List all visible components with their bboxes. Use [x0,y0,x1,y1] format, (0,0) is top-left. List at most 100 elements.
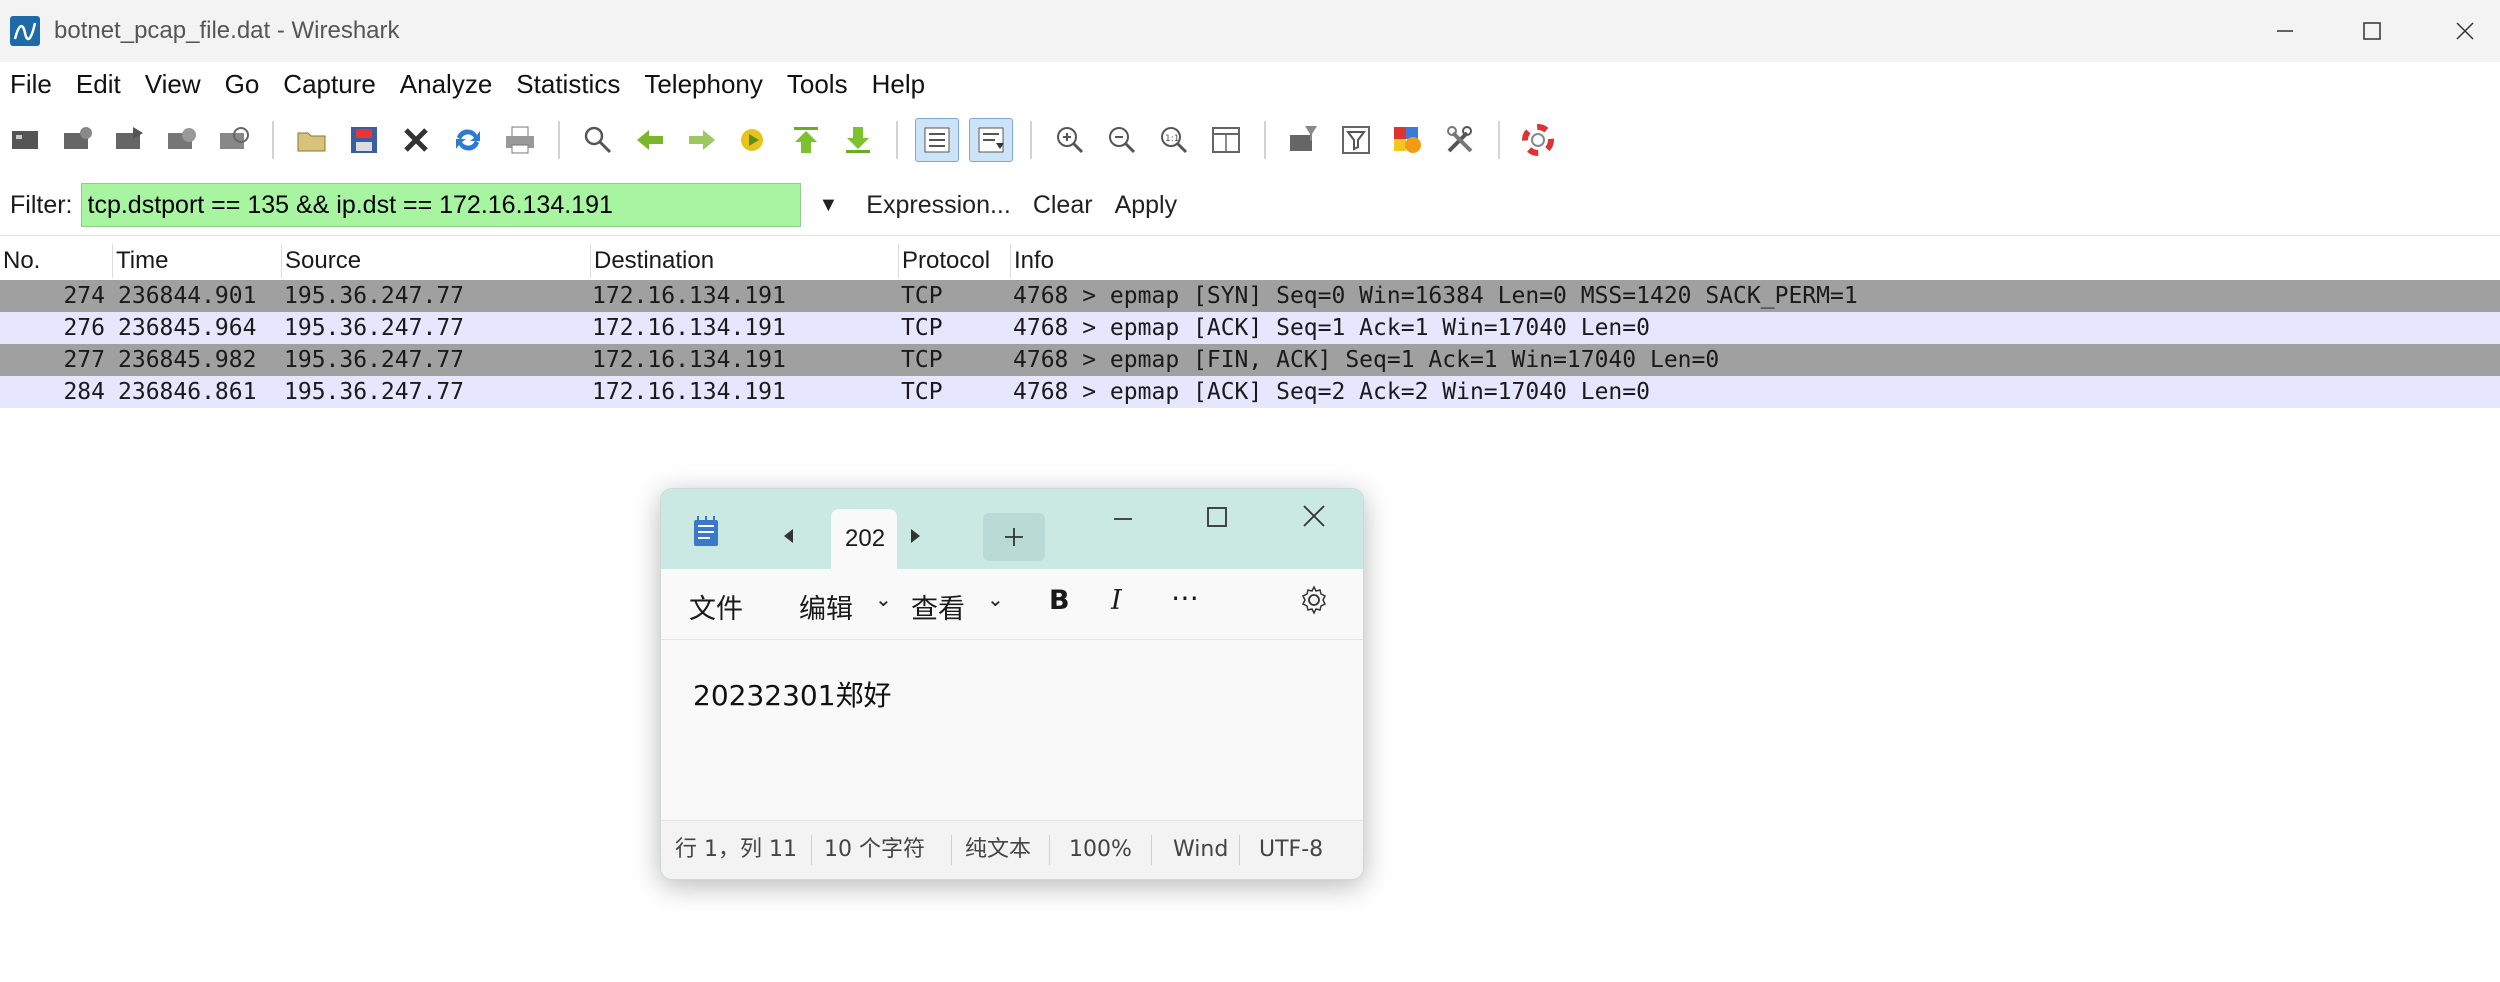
zoom-level[interactable]: 100% [1069,821,1132,879]
menu-edit[interactable]: Edit [66,69,135,100]
status-divider [1151,835,1152,865]
column-protocol[interactable]: Protocol [899,244,1011,278]
cell-time: 236846.861 [118,379,257,405]
column-no[interactable]: No. [0,244,113,278]
toolbar-divider [896,121,898,159]
menu-file[interactable]: File [0,69,66,100]
column-destination[interactable]: Destination [591,244,899,278]
apply-button[interactable]: Apply [1115,191,1178,220]
restart-capture-icon[interactable] [213,119,255,161]
notepad-menu-edit[interactable]: 编辑 [799,587,853,626]
menu-tools[interactable]: Tools [777,69,862,100]
cell-no: 277 [63,347,105,373]
chevron-down-icon[interactable]: ⌄ [987,587,1004,611]
clear-button[interactable]: Clear [1033,191,1093,220]
reload-icon[interactable] [447,119,489,161]
normal-size-icon[interactable]: 1:1 [1153,119,1195,161]
new-tab-button[interactable] [983,513,1045,561]
notepad-content[interactable]: 20232301郑好 [693,674,892,714]
cell-info: 4768 > epmap [SYN] Seq=0 Win=16384 Len=0… [1013,283,1858,309]
cell-no: 284 [63,379,105,405]
settings-gear-icon[interactable] [1299,585,1329,622]
menu-help[interactable]: Help [862,69,939,100]
notepad-menu-file[interactable]: 文件 [689,587,743,626]
packet-row[interactable]: 277 236845.982 195.36.247.77 172.16.134.… [0,344,2500,376]
first-packet-icon[interactable] [785,119,827,161]
find-packet-icon[interactable] [577,119,619,161]
column-source[interactable]: Source [282,244,591,278]
chevron-down-icon[interactable]: ▼ [819,194,839,217]
open-file-icon[interactable] [291,119,333,161]
more-options-icon[interactable]: ⋯ [1171,581,1199,614]
close-window-button[interactable] [2420,0,2500,62]
menu-telephony[interactable]: Telephony [634,69,777,100]
menu-view[interactable]: View [135,69,215,100]
packet-row[interactable]: 274 236844.901 195.36.247.77 172.16.134.… [0,280,2500,312]
notepad-window: 202 文件 编辑 ⌄ 查看 ⌄ B I ⋯ 20232301郑好 行 1，列 … [660,488,1364,880]
menu-go[interactable]: Go [215,69,274,100]
help-icon[interactable] [1517,119,1559,161]
cell-time: 236845.982 [118,347,257,373]
cell-destination: 172.16.134.191 [592,315,786,341]
colorize-icon[interactable] [915,118,959,162]
cell-no: 276 [63,315,105,341]
tab-scroll-left-icon[interactable] [781,527,797,549]
column-time[interactable]: Time [113,244,282,278]
go-to-packet-icon[interactable] [733,119,775,161]
cell-time: 236845.964 [118,315,257,341]
close-file-icon[interactable] [395,119,437,161]
auto-scroll-icon[interactable] [969,118,1013,162]
print-icon[interactable] [499,119,541,161]
go-back-icon[interactable] [629,119,671,161]
maximize-button[interactable] [2327,0,2417,62]
notepad-editor[interactable]: 20232301郑好 [661,639,1363,808]
zoom-out-icon[interactable] [1101,119,1143,161]
preferences-icon[interactable] [1439,119,1481,161]
window-title: botnet_pcap_file.dat - Wireshark [54,17,400,44]
status-divider [1049,835,1050,865]
last-packet-icon[interactable] [837,119,879,161]
cell-time: 236844.901 [118,283,257,309]
save-file-icon[interactable] [343,119,385,161]
toolbar-divider [1498,121,1500,159]
notepad-tab[interactable]: 202 [831,509,897,569]
notepad-minimize-button[interactable] [1111,507,1135,535]
minimize-button[interactable] [2240,0,2330,62]
notepad-close-button[interactable] [1301,503,1327,533]
notepad-menu-view[interactable]: 查看 [911,587,965,626]
column-info[interactable]: Info [1011,244,2500,278]
line-ending[interactable]: Wind [1173,821,1233,879]
packet-list: 274 236844.901 195.36.247.77 172.16.134.… [0,280,2500,408]
resize-columns-icon[interactable] [1205,119,1247,161]
stop-capture-icon[interactable] [161,119,203,161]
cell-protocol: TCP [901,379,943,405]
italic-icon[interactable]: I [1111,585,1122,616]
cell-info: 4768 > epmap [FIN, ACK] Seq=1 Ack=1 Win=… [1013,347,1720,373]
menu-capture[interactable]: Capture [273,69,390,100]
menu-analyze[interactable]: Analyze [390,69,507,100]
cell-info: 4768 > epmap [ACK] Seq=1 Ack=1 Win=17040… [1013,315,1650,341]
expression-button[interactable]: Expression... [866,191,1011,220]
encoding[interactable]: UTF-8 [1259,821,1323,879]
packet-row[interactable]: 276 236845.964 195.36.247.77 172.16.134.… [0,312,2500,344]
packet-row[interactable]: 284 236846.861 195.36.247.77 172.16.134.… [0,376,2500,408]
start-capture-icon[interactable] [109,119,151,161]
notepad-maximize-button[interactable] [1205,505,1229,533]
filter-input[interactable] [80,183,801,227]
capture-filters-icon[interactable] [1283,119,1325,161]
zoom-in-icon[interactable] [1049,119,1091,161]
menu-statistics[interactable]: Statistics [506,69,634,100]
bold-icon[interactable]: B [1049,585,1070,616]
display-filters-icon[interactable] [1335,119,1377,161]
main-toolbar: 1:1 [0,110,2500,170]
go-forward-icon[interactable] [681,119,723,161]
chevron-down-icon[interactable]: ⌄ [875,587,892,611]
options-icon[interactable] [57,119,99,161]
packet-list-header: No. Time Source Destination Protocol Inf… [0,244,2500,278]
status-divider [1239,835,1240,865]
interfaces-icon[interactable] [5,119,47,161]
title-bar: botnet_pcap_file.dat - Wireshark [0,0,2500,62]
menu-bar: File Edit View Go Capture Analyze Statis… [0,62,2500,106]
tab-scroll-right-icon[interactable] [907,527,923,549]
coloring-rules-icon[interactable] [1387,119,1429,161]
